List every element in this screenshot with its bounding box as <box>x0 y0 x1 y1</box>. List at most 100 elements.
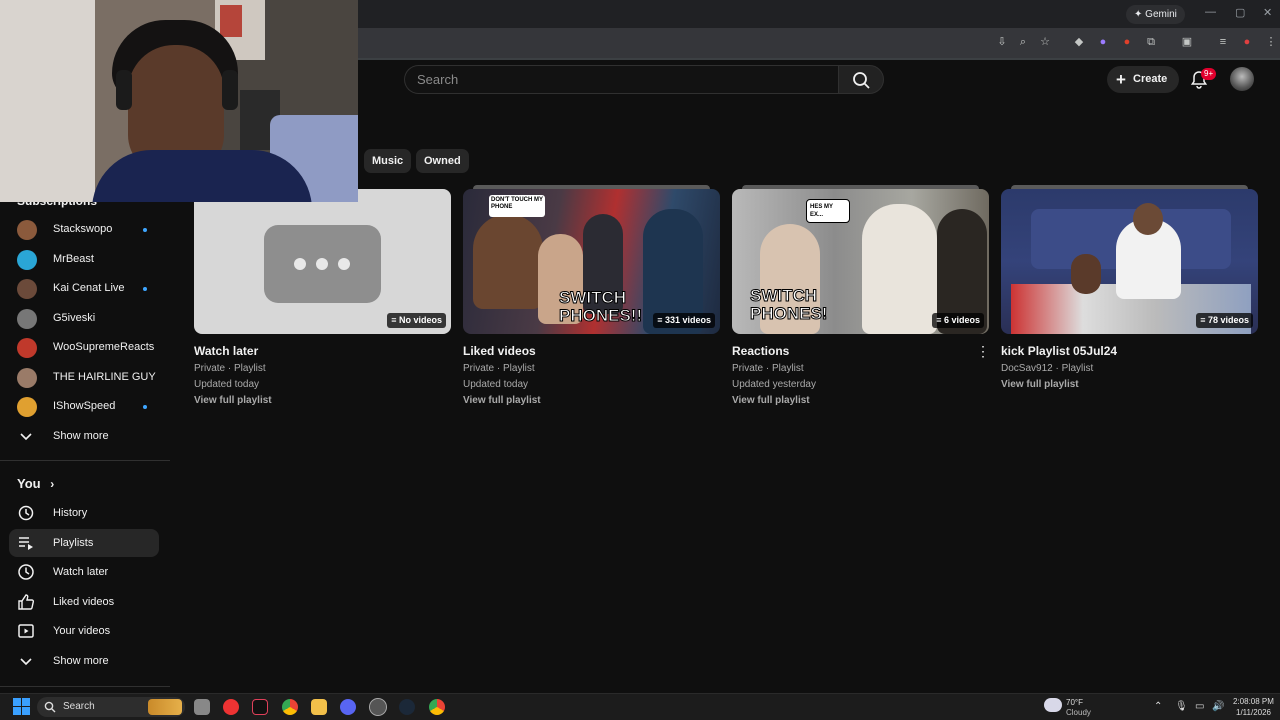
playlist-title[interactable]: kick Playlist 05Jul24 <box>1001 344 1258 358</box>
weather-temp[interactable]: 70°F <box>1066 698 1083 707</box>
thumbnail-speech-bubble: DON'T TOUCH MY PHONE <box>489 195 545 217</box>
playlist-owner[interactable]: DocSav912 · Playlist <box>1001 363 1258 374</box>
sidebar-item-playlists[interactable]: Playlists <box>9 528 159 557</box>
view-full-playlist-link[interactable]: View full playlist <box>463 395 720 406</box>
subscription-item[interactable]: Stackswopo <box>17 220 167 240</box>
channel-avatar <box>17 279 37 299</box>
video-count-badge: ≡ No videos <box>387 313 446 328</box>
split-view-icon[interactable]: ▣ <box>1180 35 1194 49</box>
subscription-item[interactable]: IShowSpeed <box>17 397 167 417</box>
show-more-subscriptions[interactable]: Show more <box>9 422 159 450</box>
file-explorer-icon[interactable] <box>311 699 327 715</box>
playlist-privacy: Private · Playlist <box>463 363 535 374</box>
channel-avatar <box>17 367 37 388</box>
chevron-down-icon <box>20 433 32 441</box>
filter-chip-music[interactable]: Music <box>364 149 412 173</box>
subscription-item[interactable]: MrBeast <box>17 249 167 270</box>
thumbs-up-icon <box>18 593 35 610</box>
playlist-thumbnail[interactable]: ≡ No videos <box>194 189 451 334</box>
account-avatar[interactable] <box>1230 67 1254 91</box>
playlist-card-reactions[interactable]: HES MY EX... SWITCH PHONES! ≡ 6 videos R… <box>732 185 990 406</box>
subscription-item[interactable]: Kai Cenat Live <box>17 279 167 299</box>
subscription-item[interactable]: THE HAIRLINE GUY <box>17 367 167 388</box>
install-app-icon[interactable]: ⇩ <box>995 35 1009 49</box>
channel-avatar <box>17 397 37 417</box>
playlist-thumbnail[interactable]: HES MY EX... SWITCH PHONES! ≡ 6 videos <box>732 189 989 334</box>
more-options-icon[interactable]: ⋮ <box>976 343 990 360</box>
extensions-puzzle-icon[interactable]: ⧉ <box>1144 35 1158 49</box>
sidebar-item-label: Playlists <box>53 536 94 549</box>
tray-overflow-chevron-icon[interactable]: ⌃ <box>1154 701 1162 712</box>
channel-name: WooSupremeReacts <box>53 341 155 353</box>
sidebar-item-watch-later[interactable]: Watch later <box>9 558 159 586</box>
search-button[interactable] <box>838 65 884 94</box>
steam-icon[interactable] <box>399 699 415 715</box>
show-more-you[interactable]: Show more <box>9 647 159 675</box>
volume-icon[interactable]: 🔊 <box>1212 701 1224 712</box>
search-icon <box>44 701 56 713</box>
profile-icon[interactable]: ● <box>1240 35 1254 49</box>
video-count-badge: ≡ 78 videos <box>1196 313 1253 328</box>
sidebar-item-liked-videos[interactable]: Liked videos <box>9 588 159 616</box>
filter-chip-owned[interactable]: Owned <box>416 149 469 173</box>
close-button[interactable]: ✕ <box>1263 6 1272 19</box>
search-input[interactable]: Search <box>404 65 838 94</box>
new-content-dot <box>143 228 147 232</box>
sidebar-item-history[interactable]: History <box>9 499 159 527</box>
chrome-beta-icon[interactable] <box>429 699 445 715</box>
playlist-thumbnail[interactable]: ≡ 78 videos <box>1001 189 1258 334</box>
view-full-playlist-link[interactable]: View full playlist <box>194 395 451 406</box>
channel-avatar <box>17 308 37 329</box>
microphone-icon[interactable]: 🎙 <box>1175 701 1188 712</box>
extension-red-icon[interactable]: ● <box>1120 35 1134 49</box>
playlist-thumbnail[interactable]: DON'T TOUCH MY PHONE SWITCH PHONES!! ≡ 3… <box>463 189 720 334</box>
weather-cloudy-icon <box>1044 698 1062 712</box>
view-full-playlist-link[interactable]: View full playlist <box>1001 379 1258 390</box>
task-view-icon[interactable] <box>194 699 210 715</box>
clock-time[interactable]: 2:08:08 PM <box>1233 697 1274 706</box>
thumbnail-caption: SWITCH PHONES! <box>750 286 828 323</box>
sidebar-item-your-videos[interactable]: Your videos <box>9 617 159 645</box>
channel-avatar <box>17 220 37 240</box>
sidebar-item-label: Your videos <box>53 625 111 637</box>
playlist-card-liked-videos[interactable]: DON'T TOUCH MY PHONE SWITCH PHONES!! ≡ 3… <box>463 185 720 406</box>
you-section-heading[interactable]: You › <box>17 476 54 491</box>
windows-start-icon[interactable] <box>13 698 30 715</box>
network-icon[interactable]: ▭ <box>1195 701 1204 712</box>
gemini-button[interactable]: ✦ Gemini <box>1126 5 1185 24</box>
search-highlight-icon <box>148 699 182 715</box>
extension-diamond-icon[interactable]: ◆ <box>1072 35 1086 49</box>
channel-name: Stackswopo <box>53 223 113 235</box>
playlists-icon <box>19 536 33 550</box>
playlist-title[interactable]: Liked videos <box>463 344 720 358</box>
reading-list-icon[interactable]: ≡ <box>1216 35 1230 49</box>
webcam-overlay <box>0 0 358 202</box>
extension-purple-icon[interactable]: ● <box>1096 35 1110 49</box>
playlist-privacy: Private · Playlist <box>732 363 804 374</box>
empty-playlist-icon <box>264 225 381 303</box>
video-count-badge: ≡ 6 videos <box>932 313 984 328</box>
playlist-title[interactable]: Reactions <box>732 344 989 358</box>
clock-date[interactable]: 1/11/2026 <box>1236 708 1271 717</box>
browser-menu-icon[interactable]: ⋮ <box>1264 35 1278 49</box>
app-cc-icon[interactable] <box>223 699 239 715</box>
zoom-icon[interactable]: ⌕ <box>1016 35 1030 49</box>
obs-icon[interactable] <box>369 698 387 716</box>
minimize-button[interactable]: — <box>1205 6 1216 18</box>
chrome-icon[interactable] <box>282 699 298 715</box>
view-full-playlist-link[interactable]: View full playlist <box>732 395 989 406</box>
playlist-title[interactable]: Watch later <box>194 344 451 358</box>
bookmark-star-icon[interactable]: ☆ <box>1038 35 1052 49</box>
video-count-badge: ≡ 331 videos <box>653 313 715 328</box>
discord-icon[interactable] <box>340 699 356 715</box>
playlist-card-kick[interactable]: ≡ 78 videos kick Playlist 05Jul24 DocSav… <box>1001 185 1258 390</box>
subscription-item[interactable]: WooSupremeReacts <box>17 338 167 358</box>
subscription-item[interactable]: G5iveski <box>17 308 167 329</box>
weather-desc[interactable]: Cloudy <box>1066 708 1091 717</box>
tiktok-icon[interactable] <box>252 699 268 715</box>
plus-icon: + <box>1116 70 1126 89</box>
sidebar-item-label: History <box>53 507 88 519</box>
channel-name: Kai Cenat Live <box>53 282 125 294</box>
playlist-card-watch-later[interactable]: ≡ No videos Watch later Private · Playli… <box>194 189 451 406</box>
maximize-button[interactable]: ▢ <box>1235 6 1245 19</box>
